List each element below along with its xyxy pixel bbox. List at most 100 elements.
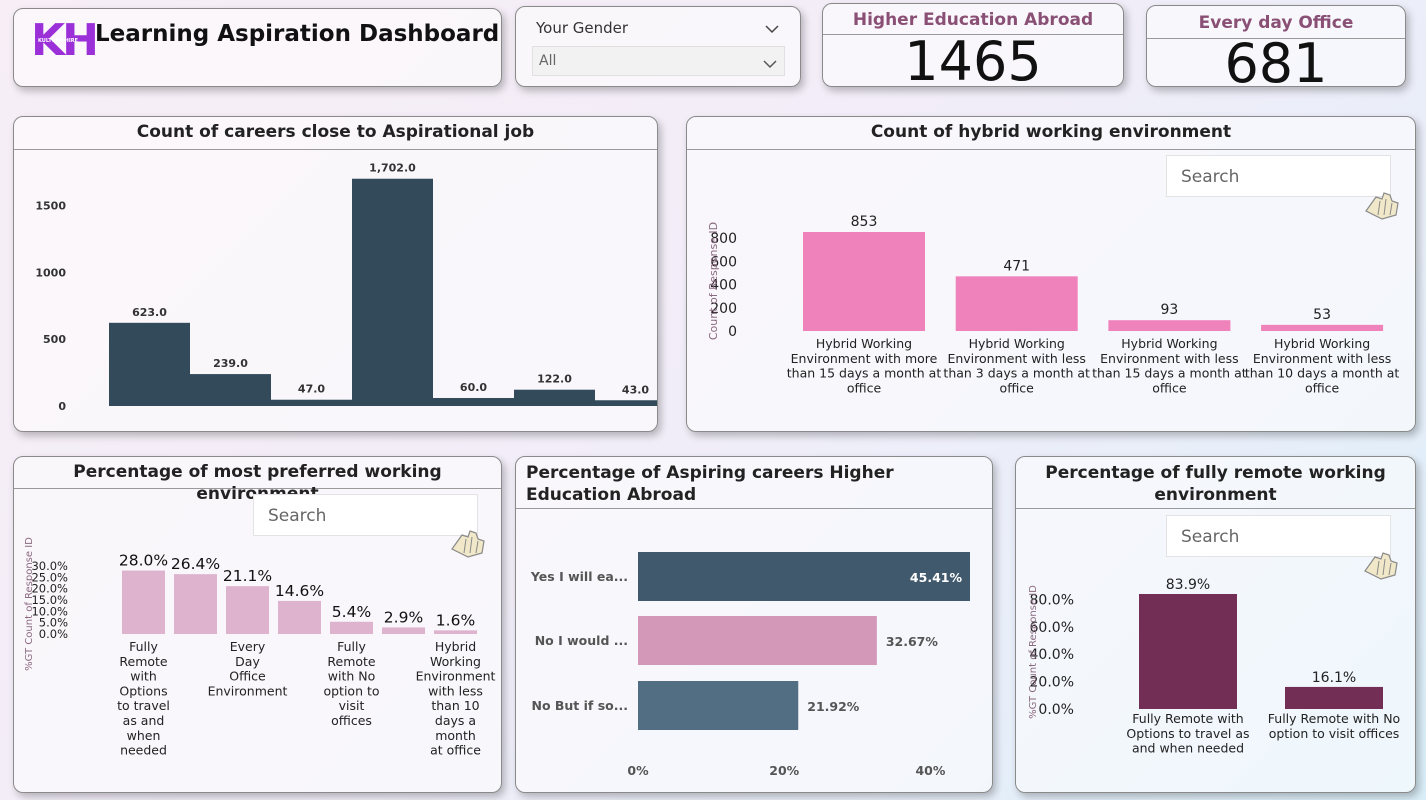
y-tick-label: 30.0% [31,559,68,573]
data-label: 1,702.0 [369,162,416,175]
chevron-down-icon[interactable] [762,54,778,73]
bar [638,681,799,730]
bar [122,570,165,634]
data-label: 21.92% [807,699,860,714]
bar [955,276,1078,331]
data-label: 43.0 [622,383,649,396]
kpi-higher-education-abroad: Higher Education Abroad 1465 [822,3,1124,87]
x-tick-label: month [435,728,476,743]
x-tick-label: 20% [769,763,799,778]
preferred-chart: 0.0%5.0%10.0%15.0%20.0%25.0%30.0%%GT Cou… [24,537,496,758]
bar [109,322,190,406]
x-tick-label: Office [229,669,266,684]
panel-title: Count of careers close to Aspirational j… [14,121,657,150]
x-tick-label: than 3 days a month at [943,366,1090,381]
x-tick-label: Hybrid Working [1274,336,1370,351]
x-tick-label: Environment [416,669,496,684]
x-tick-label: Remote [327,654,376,669]
x-tick-label: Hybrid Working [816,336,912,351]
x-tick-label: office [847,380,882,395]
kpi-label: Every day Office [1198,13,1354,33]
data-label: 2.9% [384,608,423,626]
bar [434,630,477,634]
remote-panel: Percentage of fully remote working envir… [1015,456,1416,793]
y-axis-title: %GT Count of Response ID [24,537,35,671]
x-tick-label: Environment with more [791,351,938,366]
data-label: 1.6% [436,611,475,629]
x-tick-label: Hybrid Working [969,336,1065,351]
x-tick-label: Hybrid Working [1121,336,1217,351]
dashboard-title: Learning Aspiration Dashboard [95,21,500,47]
chevron-up-icon[interactable] [764,19,780,38]
x-tick-label: than 15 days a month at [787,366,942,381]
hybrid-chart: 0200400600800Count of Response ID 853Hybr… [707,214,1400,395]
bar [803,232,925,331]
data-label: 14.6% [275,582,324,600]
x-tick-label: Every [230,639,266,654]
data-label: 239.0 [213,357,248,370]
x-tick-label: than 10 days a month at [1245,366,1400,381]
y-tick-label: 0.0% [1038,702,1074,718]
data-label: 47.0 [298,383,325,396]
bar [226,586,269,634]
data-label: 26.4% [171,555,220,573]
bar [190,374,271,406]
kulture-hire-logo: KH KULTURE HIRE [31,16,99,66]
kpi-value: 1465 [904,30,1042,87]
x-tick-label: Options to travel as [1126,726,1249,741]
x-tick-label: with less [428,683,483,698]
x-tick-label: than 15 days a month at [1092,366,1247,381]
bar [174,574,217,634]
x-tick-label: with No [328,669,376,684]
y-tick-label: 1000 [35,266,66,279]
y-tick-label: Yes I will ea... [530,569,628,584]
x-tick-label: Working [430,654,481,669]
slicer-label: Your Gender [536,19,629,37]
x-tick-label: days a [435,713,476,728]
panel-title: Count of hybrid working environment [687,121,1415,150]
bar [638,616,877,665]
x-tick-label: Remote [119,654,168,669]
remote-chart: 0.0%20.0%40.0%60.0%80.0%%GT Count of Res… [1028,577,1400,756]
dropdown-value: All [539,53,557,69]
x-tick-label: visit [339,698,365,713]
bar [514,389,595,406]
y-tick-label: 0 [58,400,66,413]
title-card: KH KULTURE HIRE Learning Aspiration Dash… [13,8,502,87]
x-tick-label: and when needed [1132,741,1244,756]
data-label: 93 [1160,302,1178,318]
gender-dropdown[interactable]: All [532,46,785,76]
data-label: 60.0 [460,381,487,394]
bar [1261,324,1384,331]
x-tick-label: option to [323,683,379,698]
x-tick-label: Fully Remote with No [1268,711,1400,726]
x-tick-label: Options [119,683,167,698]
bar [382,627,425,634]
y-axis-title: %GT Count of Response ID [1028,585,1039,719]
y-tick-label: 0 [728,324,737,340]
x-tick-label: Environment with less [1100,351,1238,366]
data-label: 83.9% [1166,577,1210,593]
bar [1139,594,1237,709]
logo-caption: KULTURE HIRE [38,38,78,44]
data-label: 853 [851,214,878,230]
x-tick-label: office [1305,380,1340,395]
x-tick-label: to travel [117,698,170,713]
x-tick-label: Environment with less [1253,351,1391,366]
kpi-value: 681 [1224,32,1328,87]
y-tick-label: No I would ... [535,633,628,648]
kpi-every-day-office: Every day Office 681 [1146,5,1406,87]
bar [352,178,433,406]
x-tick-label: 40% [915,763,945,778]
x-tick-label: with [130,669,157,684]
data-label: 5.4% [332,603,371,621]
y-tick-label: 1500 [35,200,66,213]
gender-slicer[interactable]: Your Gender All [515,6,801,87]
x-tick-label: Fully Remote with [1132,711,1243,726]
careers-chart: 0 500 1000 1500 623.0 239.0 47.0 1,702.0 60.0 122… [35,162,657,413]
y-tick-label: 500 [43,333,66,346]
kpi-label: Higher Education Abroad [852,10,1094,30]
x-tick-label: offices [331,713,372,728]
x-tick-label: Day [235,654,260,669]
abroad-chart: Yes I will ea... 45.41% No I would ... 32.6… [530,552,970,778]
